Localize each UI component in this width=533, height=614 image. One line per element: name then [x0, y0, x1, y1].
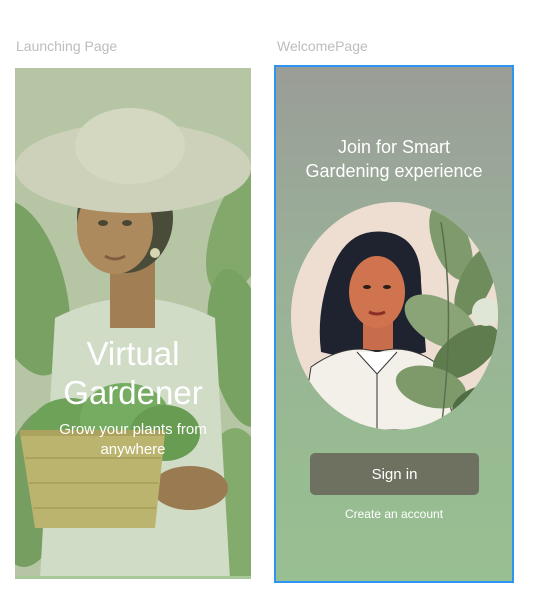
- design-canvas: Launching Page WelcomePage Virtual Garde…: [0, 0, 533, 614]
- app-tagline: Grow your plants from anywhere: [59, 421, 207, 458]
- app-title-line-1: Virtual: [86, 335, 180, 372]
- create-account-link[interactable]: Create an account: [276, 507, 512, 521]
- welcome-page-frame[interactable]: Join for Smart Gardening experience Sign…: [274, 65, 514, 583]
- sign-in-button[interactable]: Sign in: [310, 453, 479, 495]
- launch-bottom-divider: [15, 576, 251, 579]
- welcome-heading-line-2: Gardening experience: [305, 161, 483, 181]
- app-title-line-2: Gardener: [63, 374, 203, 411]
- welcome-heading-line-1: Join for Smart: [337, 137, 451, 157]
- welcome-page-frame-label[interactable]: WelcomePage: [277, 38, 368, 54]
- welcome-heading: Join for Smart Gardening experience: [286, 135, 502, 183]
- launching-page-frame[interactable]: Virtual Gardener Grow your plants from a…: [15, 68, 251, 579]
- launch-tint-overlay: [15, 68, 251, 579]
- woman-portrait-illustration: [291, 202, 498, 430]
- app-title: Virtual Gardener: [15, 334, 251, 412]
- launching-page-frame-label[interactable]: Launching Page: [16, 38, 117, 54]
